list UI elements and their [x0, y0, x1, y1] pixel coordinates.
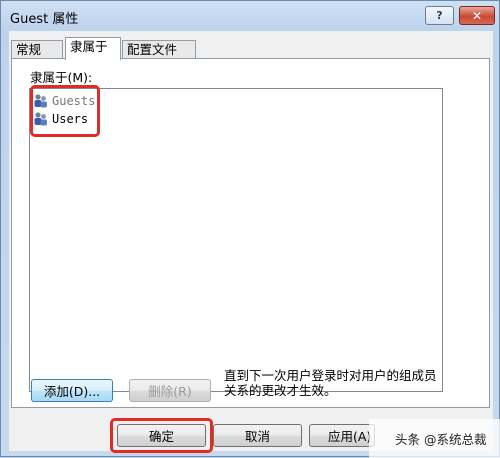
remove-button[interactable]: 删除(R): [129, 379, 211, 402]
watermark: 头条 @系统总裁: [369, 419, 500, 458]
help-button[interactable]: ?: [425, 6, 454, 25]
tab-member-of[interactable]: 隶属于: [65, 37, 121, 60]
window-title: Guest 属性: [10, 12, 79, 27]
dialog-window: Guest 属性 ? ✕ 常规 隶属于 配置文件 隶属于(M): Guests: [0, 0, 500, 458]
apply-button[interactable]: 应用(A): [309, 424, 375, 447]
cancel-button[interactable]: 取消: [213, 424, 302, 447]
title-bar[interactable]: Guest 属性 ? ✕: [1, 1, 500, 31]
membership-note: 直到下一次用户登录时对用户的组成员关系的更改才生效。: [224, 368, 437, 398]
add-button[interactable]: 添加(D)...: [31, 379, 113, 402]
member-of-label: 隶属于(M):: [30, 70, 93, 85]
tab-profile[interactable]: 配置文件: [122, 40, 196, 59]
ok-highlight-annotation: [110, 418, 213, 453]
list-highlight-annotation: [30, 85, 100, 137]
close-button[interactable]: ✕: [459, 6, 495, 25]
tab-general[interactable]: 常规: [11, 40, 63, 59]
